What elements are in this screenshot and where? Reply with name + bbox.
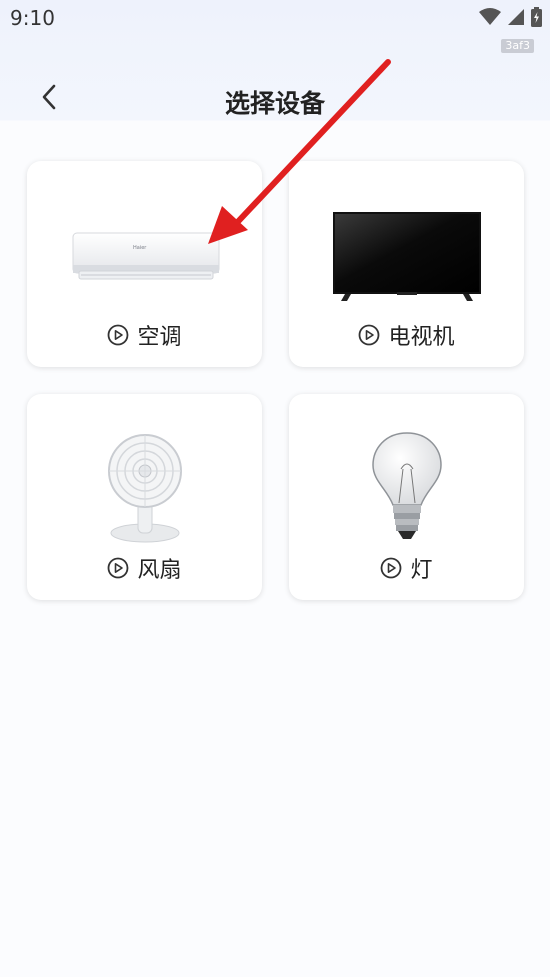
device-label-television: 电视机 [289, 319, 524, 351]
device-label-light: 灯 [289, 552, 524, 584]
play-circle-icon [107, 324, 129, 346]
play-circle-icon [107, 557, 129, 579]
signal-icon [507, 8, 525, 30]
fan-image [27, 424, 262, 554]
device-name: 风扇 [137, 558, 182, 583]
page-title: 选择设备 [224, 89, 325, 118]
play-circle-icon [358, 324, 380, 346]
device-label-air-conditioner: 空调 [27, 319, 262, 351]
device-name: 灯 [410, 558, 433, 583]
svg-text:Haier: Haier [133, 245, 147, 251]
device-card-fan[interactable]: 风扇 [27, 394, 262, 600]
device-card-air-conditioner[interactable]: Haier 空调 [27, 161, 262, 367]
device-name: 空调 [137, 325, 182, 350]
light-bulb-image [289, 424, 524, 554]
device-grid: Haier 空调 电视机 风扇 灯 [27, 161, 524, 600]
air-conditioner-image: Haier [27, 191, 262, 321]
device-card-television[interactable]: 电视机 [289, 161, 524, 367]
header: 选择设备 [0, 60, 550, 120]
status-icons [479, 7, 542, 31]
status-bar: 9:10 3af3 [0, 0, 550, 53]
device-name: 电视机 [388, 325, 455, 350]
television-image [289, 191, 524, 321]
device-card-light[interactable]: 灯 [289, 394, 524, 600]
wifi-icon [479, 8, 501, 30]
device-label-fan: 风扇 [27, 552, 262, 584]
status-tag: 3af3 [501, 39, 534, 53]
status-time: 9:10 [10, 6, 55, 30]
battery-icon [531, 7, 542, 31]
play-circle-icon [380, 557, 402, 579]
